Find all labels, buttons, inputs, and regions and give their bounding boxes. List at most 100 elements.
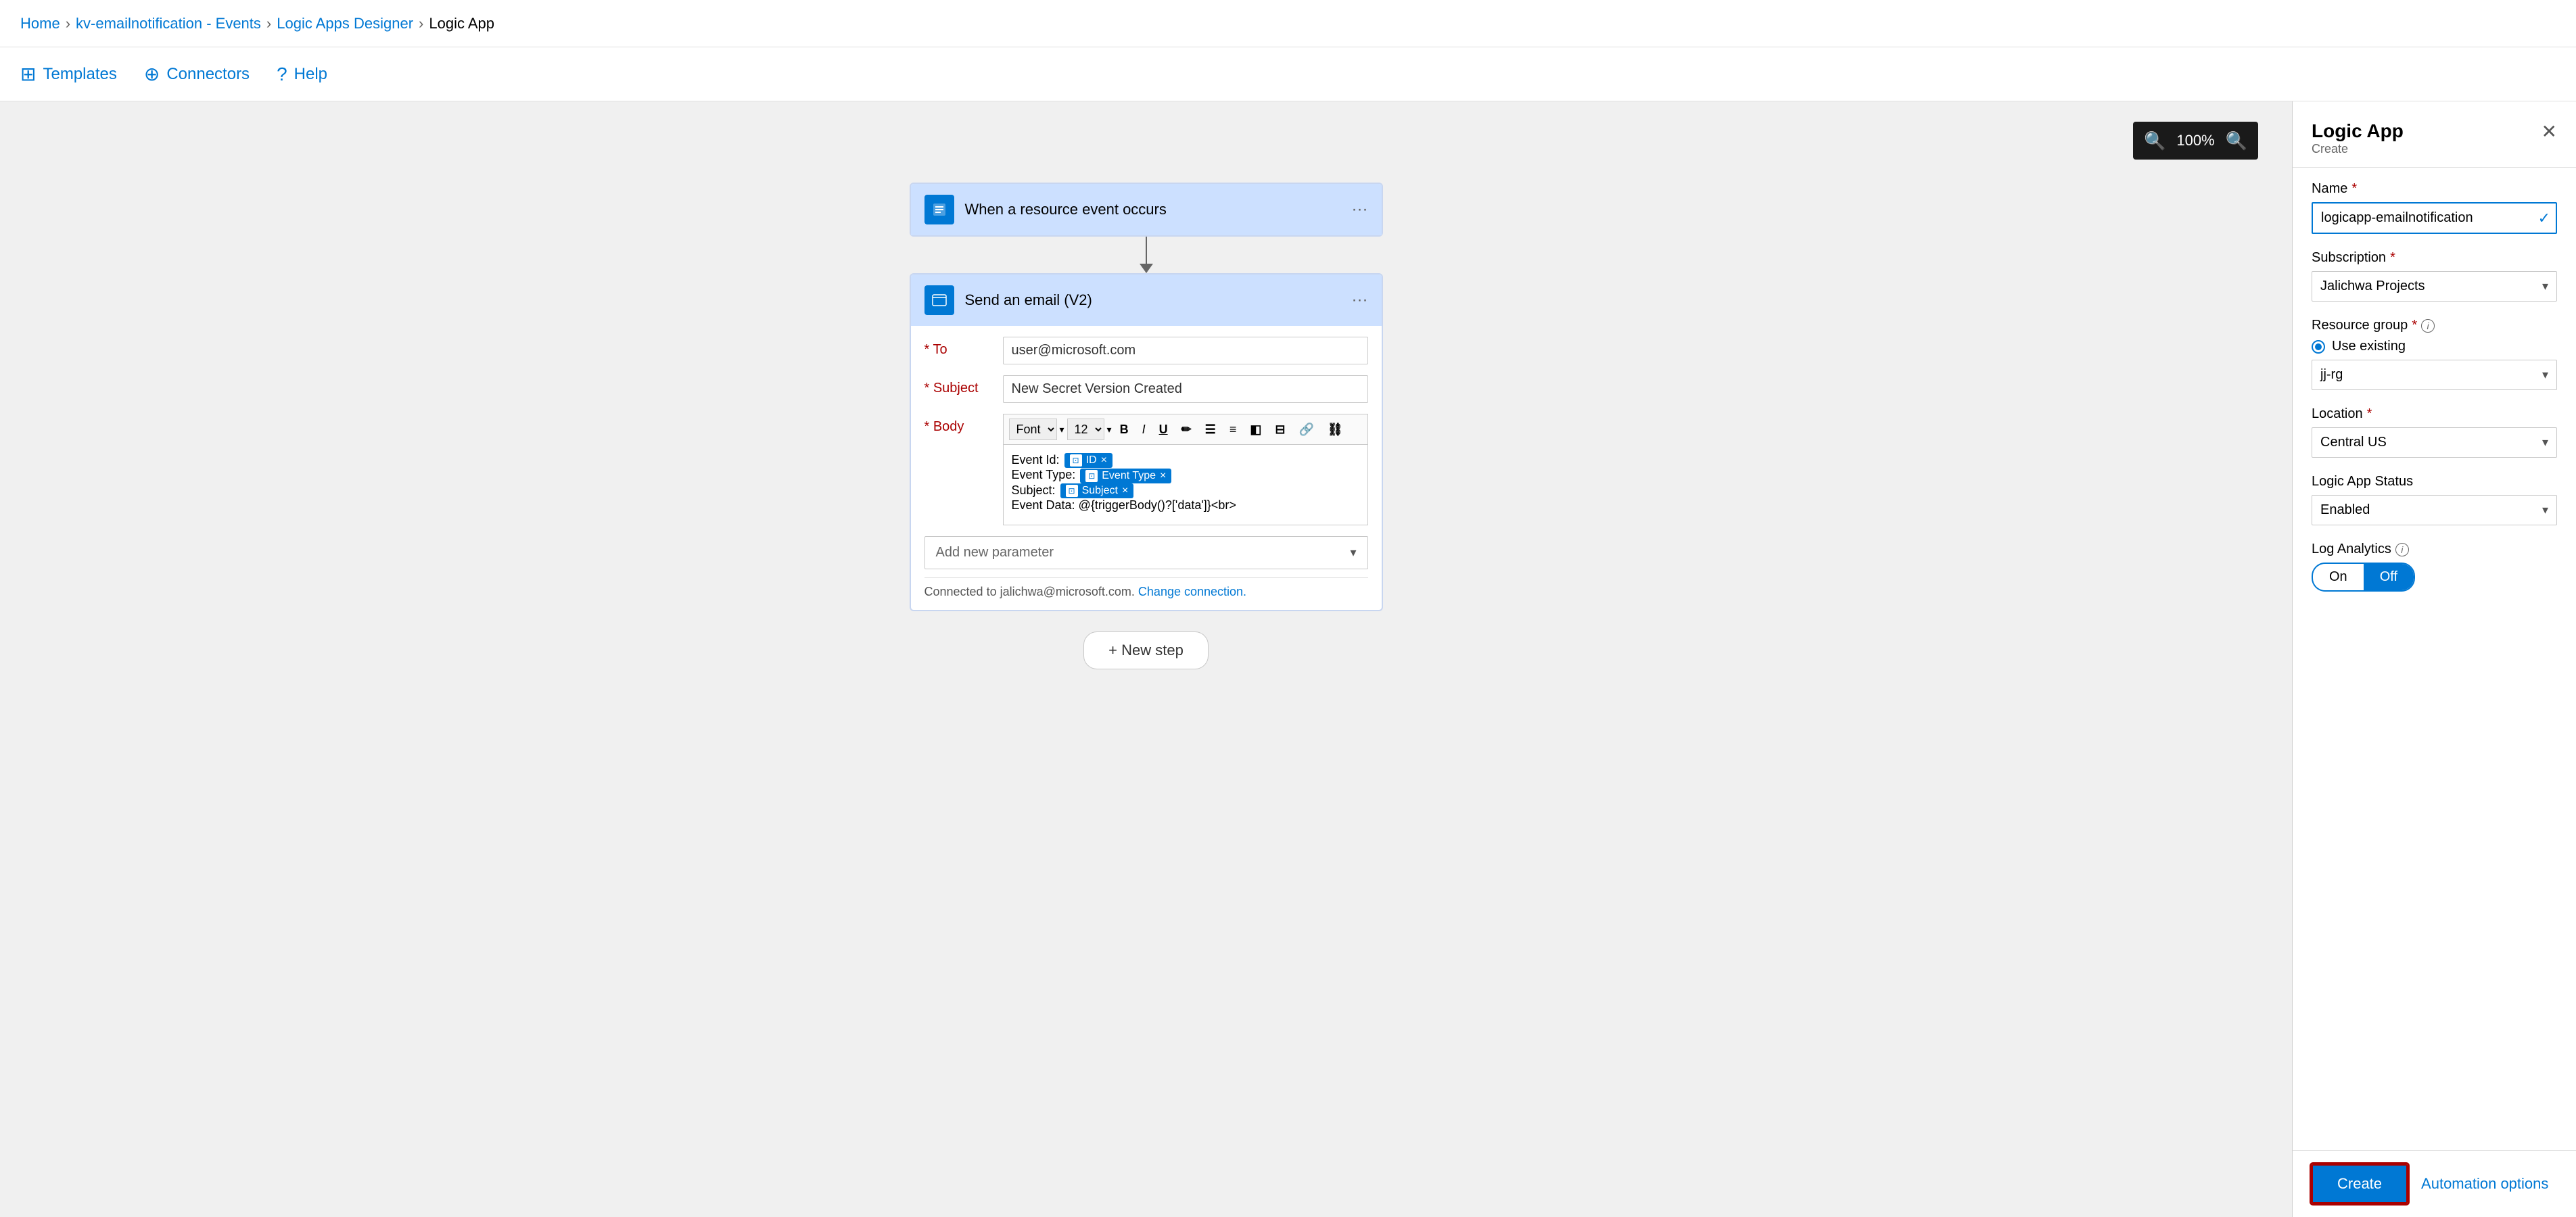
add-param-row[interactable]: Add new parameter ▾ bbox=[924, 536, 1368, 569]
name-field: Name * ✓ bbox=[2312, 181, 2557, 234]
resource-group-label: Resource group * i bbox=[2312, 318, 2557, 333]
subject-input[interactable] bbox=[1003, 375, 1368, 403]
id-chip-icon: ⊡ bbox=[1070, 454, 1082, 467]
name-check-icon: ✓ bbox=[2538, 210, 2550, 227]
bold-button[interactable]: B bbox=[1115, 421, 1134, 439]
event-type-prefix: Event Type: bbox=[1012, 468, 1076, 481]
resource-group-radio: Use existing bbox=[2312, 339, 2557, 354]
name-required: * bbox=[2351, 181, 2357, 197]
trigger-more-button[interactable]: ··· bbox=[1352, 200, 1368, 219]
size-select[interactable]: 12 bbox=[1067, 419, 1104, 440]
action-block-body: * To * Subject * Body bbox=[911, 326, 1382, 610]
add-param-placeholder: Add new parameter bbox=[936, 545, 1054, 560]
rg-info-icon[interactable]: i bbox=[2421, 319, 2435, 333]
zoom-controls: 🔍 100% 🔍 bbox=[2133, 122, 2258, 160]
font-arrow: ▾ bbox=[1060, 424, 1064, 435]
action-more-button[interactable]: ··· bbox=[1352, 291, 1368, 310]
to-input[interactable] bbox=[1003, 337, 1368, 364]
zoom-out-button[interactable]: 🔍 bbox=[2144, 130, 2165, 151]
breadcrumb-designer[interactable]: Logic Apps Designer bbox=[277, 15, 413, 32]
event-id-prefix: Event Id: bbox=[1012, 453, 1060, 467]
change-connection-link[interactable]: Change connection. bbox=[1138, 585, 1246, 598]
event-type-chip-label: Event Type bbox=[1102, 470, 1156, 482]
unlink-button[interactable]: ⛓ bbox=[1322, 421, 1349, 439]
link-button[interactable]: 🔗 bbox=[1293, 421, 1319, 439]
flow-arrow bbox=[1140, 237, 1153, 273]
location-dropdown[interactable]: Central US ▾ bbox=[2312, 427, 2557, 458]
subject-label: * Subject bbox=[924, 375, 992, 396]
toolbar: ⊞ Templates ⊕ Connectors ? Help bbox=[0, 47, 2576, 101]
align-center-button[interactable]: ⊟ bbox=[1269, 421, 1290, 439]
use-existing-label: Use existing bbox=[2332, 339, 2406, 354]
subject-line: Subject: ⊡ Subject × bbox=[1012, 483, 1359, 498]
subject-chip-close[interactable]: × bbox=[1122, 485, 1128, 497]
action-title: Send an email (V2) bbox=[965, 291, 1092, 309]
breadcrumb-events[interactable]: kv-emailnotification - Events bbox=[76, 15, 261, 32]
list-ordered-button[interactable]: ≡ bbox=[1224, 421, 1242, 439]
align-left-button[interactable]: ◧ bbox=[1244, 421, 1267, 439]
name-input[interactable] bbox=[2312, 202, 2557, 234]
subscription-dropdown[interactable]: Jalichwa Projects ▾ bbox=[2312, 271, 2557, 302]
automation-options-button[interactable]: Automation options bbox=[2421, 1175, 2548, 1193]
rg-dropdown[interactable]: jj-rg ▾ bbox=[2312, 360, 2557, 390]
italic-button[interactable]: I bbox=[1137, 421, 1151, 439]
trigger-icon bbox=[924, 195, 954, 224]
status-arrow: ▾ bbox=[2542, 503, 2548, 517]
trigger-block-header: When a resource event occurs ··· bbox=[911, 184, 1382, 235]
pen-button[interactable]: ✏ bbox=[1176, 421, 1197, 439]
use-existing-radio[interactable] bbox=[2312, 340, 2325, 354]
zoom-in-button[interactable]: 🔍 bbox=[2226, 130, 2247, 151]
status-field: Logic App Status Enabled ▾ bbox=[2312, 474, 2557, 525]
create-button[interactable]: Create bbox=[2312, 1164, 2408, 1203]
use-existing-option[interactable]: Use existing bbox=[2312, 339, 2557, 354]
action-icon bbox=[924, 285, 954, 315]
location-arrow: ▾ bbox=[2542, 435, 2548, 450]
connected-text: Connected to jalichwa@microsoft.com. bbox=[924, 585, 1135, 598]
underline-button[interactable]: U bbox=[1154, 421, 1173, 439]
connectors-label: Connectors bbox=[166, 65, 250, 84]
id-chip: ⊡ ID × bbox=[1064, 453, 1113, 468]
action-block: Send an email (V2) ··· * To * Subject bbox=[910, 273, 1383, 611]
event-type-chip-close[interactable]: × bbox=[1160, 470, 1166, 482]
subject-chip-label: Subject bbox=[1082, 485, 1118, 497]
main-area: 🔍 100% 🔍 When a resource event occurs ··… bbox=[0, 101, 2576, 1217]
connectors-button[interactable]: ⊕ Connectors bbox=[144, 63, 250, 85]
location-label: Location * bbox=[2312, 406, 2557, 422]
connectors-icon: ⊕ bbox=[144, 63, 160, 85]
trigger-block: When a resource event occurs ··· bbox=[910, 183, 1383, 237]
subscription-arrow: ▾ bbox=[2542, 279, 2548, 293]
log-on-button[interactable]: On bbox=[2313, 564, 2364, 590]
subscription-value: Jalichwa Projects bbox=[2320, 279, 2425, 294]
breadcrumb-home[interactable]: Home bbox=[20, 15, 60, 32]
canvas[interactable]: 🔍 100% 🔍 When a resource event occurs ··… bbox=[0, 101, 2292, 1217]
status-dropdown[interactable]: Enabled ▾ bbox=[2312, 495, 2557, 525]
log-toggle: On Off bbox=[2312, 563, 2415, 592]
flow-container: When a resource event occurs ··· Se bbox=[910, 183, 1383, 669]
action-block-header: Send an email (V2) ··· bbox=[911, 275, 1382, 326]
event-type-line: Event Type: ⊡ Event Type × bbox=[1012, 468, 1359, 483]
subscription-label: Subscription * bbox=[2312, 250, 2557, 266]
log-info-icon[interactable]: i bbox=[2395, 543, 2409, 556]
list-unordered-button[interactable]: ☰ bbox=[1200, 421, 1221, 439]
panel-title: Logic App bbox=[2312, 120, 2404, 142]
templates-button[interactable]: ⊞ Templates bbox=[20, 63, 117, 85]
right-panel: Logic App Create ✕ Name * ✓ Subscri bbox=[2292, 101, 2576, 1217]
help-icon: ? bbox=[277, 64, 287, 85]
size-arrow: ▾ bbox=[1107, 424, 1112, 435]
subscription-required: * bbox=[2390, 250, 2395, 266]
to-label: * To bbox=[924, 337, 992, 358]
body-editor[interactable]: Event Id: ⊡ ID × Event Type: bbox=[1003, 444, 1368, 525]
new-step-button[interactable]: + New step bbox=[1083, 631, 1209, 669]
help-button[interactable]: ? Help bbox=[277, 64, 327, 85]
zoom-level: 100% bbox=[2176, 132, 2214, 149]
panel-close-button[interactable]: ✕ bbox=[2542, 120, 2557, 143]
templates-label: Templates bbox=[43, 65, 116, 84]
panel-footer: Create Automation options bbox=[2293, 1150, 2576, 1217]
log-off-button[interactable]: Off bbox=[2364, 564, 2414, 590]
font-select[interactable]: Font bbox=[1009, 419, 1057, 440]
log-analytics-label: Log Analytics i bbox=[2312, 542, 2557, 557]
id-chip-close[interactable]: × bbox=[1101, 454, 1107, 467]
status-value: Enabled bbox=[2320, 502, 2370, 518]
body-field-row: * Body Font ▾ 12 ▾ B bbox=[924, 414, 1368, 525]
status-label: Logic App Status bbox=[2312, 474, 2557, 490]
